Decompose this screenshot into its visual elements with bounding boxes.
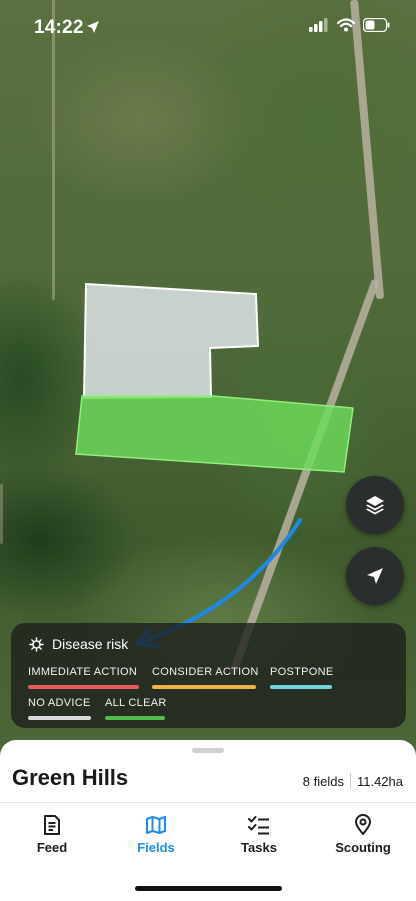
map-icon	[146, 816, 166, 834]
field-summary: 8 fields 11.42ha	[303, 773, 403, 789]
tab-tasks[interactable]: Tasks	[209, 814, 309, 855]
field-polygon-green[interactable]	[75, 395, 354, 473]
tasks-icon	[248, 816, 269, 835]
legend-label: IMMEDIATE ACTION	[28, 666, 138, 678]
layers-button[interactable]	[346, 476, 404, 534]
field-group-title: Green Hills	[12, 765, 129, 790]
legend-item-consider-action: CONSIDER ACTION	[152, 666, 259, 689]
location-arrow-icon	[87, 21, 99, 33]
legend-swatch	[28, 685, 139, 689]
wifi-icon	[337, 18, 355, 32]
battery-icon	[363, 18, 390, 32]
legend-label: POSTPONE	[270, 666, 334, 678]
legend-swatch	[270, 685, 332, 689]
layers-icon	[366, 496, 384, 515]
sheet-divider	[0, 802, 416, 803]
meta-divider	[349, 773, 351, 789]
tab-label: Fields	[137, 840, 175, 855]
tab-label: Feed	[36, 840, 68, 855]
tab-scouting[interactable]: Scouting	[313, 814, 413, 855]
legend-header: Disease risk	[29, 636, 128, 652]
legend-item-all-clear: ALL CLEAR	[105, 697, 167, 720]
tab-bar: Feed Fields Tasks Scouting	[0, 814, 416, 862]
legend-item-postpone: POSTPONE	[270, 666, 334, 689]
virus-icon	[29, 636, 44, 652]
disease-risk-legend: Disease risk IMMEDIATE ACTION CONSIDER A…	[11, 623, 406, 728]
legend-swatch	[105, 716, 165, 720]
tab-label: Tasks	[241, 840, 277, 855]
legend-label: ALL CLEAR	[105, 697, 167, 709]
tab-fields[interactable]: Fields	[106, 814, 206, 855]
fields-area: 11.42ha	[356, 773, 403, 789]
legend-swatch	[28, 716, 91, 720]
tab-label: Scouting	[335, 840, 391, 855]
sheet-grabber[interactable]	[192, 748, 224, 753]
status-bar: 14:22	[0, 0, 416, 54]
fields-count: 8 fields	[302, 773, 344, 789]
status-time: 14:22	[34, 17, 84, 38]
legend-item-immediate-action: IMMEDIATE ACTION	[28, 666, 139, 689]
legend-item-no-advice: NO ADVICE	[28, 697, 91, 720]
feed-icon	[44, 815, 60, 835]
pin-icon	[355, 814, 371, 835]
legend-title: Disease risk	[52, 636, 129, 652]
legend-label: NO ADVICE	[28, 697, 91, 709]
cellular-signal-icon	[309, 18, 328, 32]
home-indicator[interactable]	[135, 886, 282, 891]
field-bottom-sheet[interactable]: Green Hills 8 fields 11.42ha Feed Fields	[0, 740, 416, 901]
tab-feed[interactable]: Feed	[2, 814, 102, 855]
locate-button[interactable]	[346, 547, 404, 605]
field-polygon-gray[interactable]	[82, 282, 260, 400]
legend-label: CONSIDER ACTION	[152, 666, 259, 678]
legend-swatch	[152, 685, 256, 689]
locate-icon	[367, 568, 383, 584]
